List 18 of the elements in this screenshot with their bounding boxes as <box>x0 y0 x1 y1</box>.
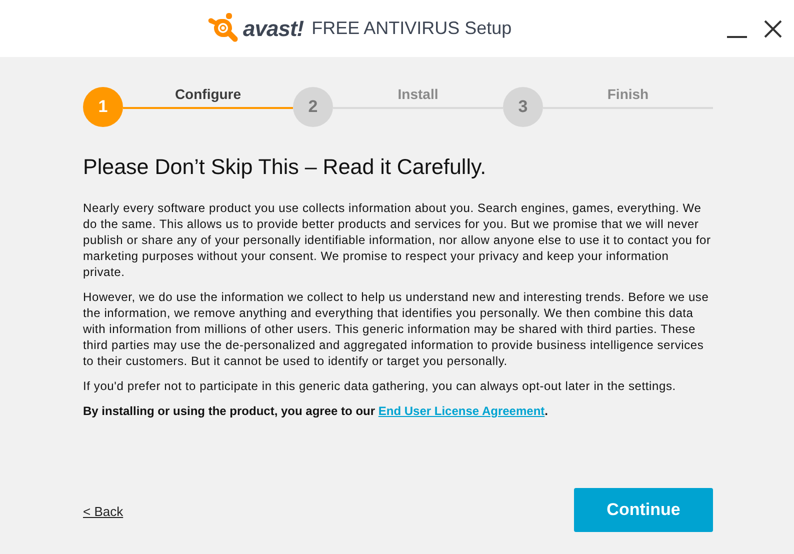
step-label: Install <box>398 87 438 104</box>
step-number: 2 <box>293 87 333 127</box>
step-label: Configure <box>174 87 242 104</box>
minimize-icon <box>727 35 747 39</box>
body-paragraph: If you'd prefer not to participate in this generic data gathering, you can always opt-out later in the settings. <box>83 378 677 394</box>
page-heading: Please Don’t Skip This – Read it Carefully. <box>83 155 488 180</box>
step-number: 3 <box>503 87 543 127</box>
step-number: 1 <box>83 87 123 127</box>
back-link[interactable]: < Back <box>83 504 124 518</box>
eula-link[interactable]: End User License Agreement <box>378 404 545 418</box>
continue-button[interactable]: Continue <box>574 488 713 532</box>
close-icon <box>763 19 783 39</box>
window-title: FREE ANTIVIRUS Setup <box>312 18 512 39</box>
step-label: Finish <box>607 87 649 104</box>
agreement-text: By installing or using the product, you agree to our End User License Agreement. <box>83 403 549 419</box>
body-paragraph: Nearly every software product you use collects information about you. Search engines, games, everything. We do the same. This allows us to provide better products and services for you. But we promise that we will never publish or share any of your personally identifiable information, nor allow anyone else to use it to contact you for marketing purposes without your consent. We promise to respect your privacy and keep your information private. <box>83 200 712 280</box>
body-paragraph: However, we do use the information we collect to help us understand new and interesting trends. Before we use the information, we remove anything and everything that identifies you personally. We then combine this data with information from millions of other users. This generic information may be shared with third parties. These third parties may use the de-personalized and aggregated information to provide business intelligence services to their customers. But it cannot be used to identify or target you personally. <box>83 289 710 369</box>
logo-text: avast! <box>243 16 304 42</box>
